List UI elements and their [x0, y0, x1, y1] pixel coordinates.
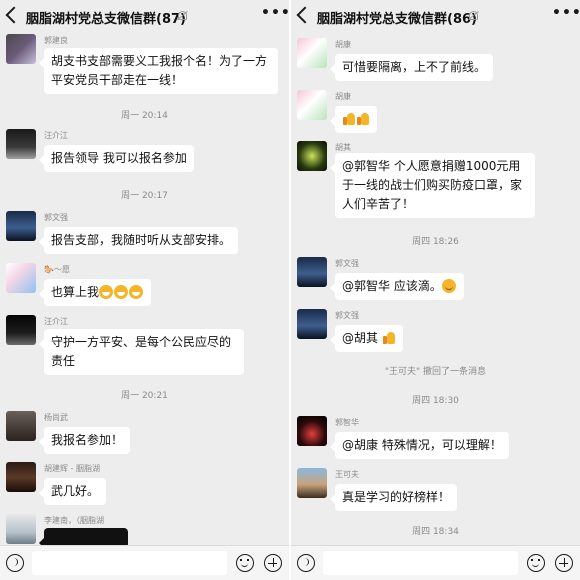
- sender-name: 胡康: [335, 92, 351, 101]
- message-bubble[interactable]: [330, 106, 377, 133]
- sender-name: 李建南，（胭脂湖: [44, 516, 104, 525]
- mute-bell-icon: [178, 11, 187, 20]
- input-bar: [0, 545, 289, 580]
- message-bubble[interactable]: 也算上我: [38, 279, 152, 306]
- grin-emoji-icon: [129, 285, 144, 299]
- thumbs-up-emoji-icon: [342, 112, 355, 126]
- sender-name: 王可夫: [335, 470, 359, 479]
- timestamp: 周一 20:14: [121, 111, 168, 121]
- timestamp: 周一 20:17: [121, 191, 168, 201]
- sender-name: 胡其: [335, 143, 351, 152]
- avatar[interactable]: [297, 90, 327, 120]
- sender-name: 郭文强: [335, 311, 359, 320]
- avatar[interactable]: [6, 514, 36, 544]
- plus-icon[interactable]: [264, 554, 282, 572]
- thumbs-up-emoji-icon: [356, 112, 369, 126]
- back-chevron-icon[interactable]: [296, 6, 314, 24]
- message-text: @胡其: [342, 331, 382, 345]
- message-bubble[interactable]: @郭智华 应该滴。: [330, 273, 464, 300]
- sender-name: 🐎〜愿: [44, 265, 70, 274]
- emoji-icon[interactable]: [527, 554, 545, 572]
- avatar[interactable]: [6, 129, 36, 159]
- avatar[interactable]: [297, 416, 327, 446]
- recall-notice: "王可夫" 撤回了一条消息: [384, 367, 487, 377]
- message-bubble[interactable]: @胡其: [330, 325, 403, 352]
- message-bubble[interactable]: 可惜要隔离，上不了前线。: [329, 54, 494, 81]
- avatar[interactable]: [6, 34, 36, 64]
- message-input[interactable]: [32, 551, 227, 575]
- avatar[interactable]: [6, 411, 36, 441]
- sender-name: 郭建良: [44, 36, 68, 45]
- message-text: @郭智华 应该滴。: [342, 279, 442, 293]
- message-bubble[interactable]: 报告支部，我随时听从支部安排。: [38, 227, 239, 254]
- message-bubble[interactable]: @胡康 特殊情况，可以理解！: [330, 432, 509, 459]
- timestamp: 周四 18:30: [412, 396, 459, 406]
- grin-emoji-icon: [114, 285, 129, 299]
- message-bubble[interactable]: 真是学习的好榜样！: [329, 484, 458, 511]
- input-bar: [291, 545, 580, 580]
- avatar[interactable]: [297, 141, 327, 171]
- timestamp: 周一 20:21: [121, 391, 168, 401]
- avatar[interactable]: [6, 315, 36, 345]
- message-bubble[interactable]: 胡支书支部需要义工我报个名！为了一方平安党员干部走在一线！: [39, 48, 278, 94]
- message-input[interactable]: [323, 551, 518, 575]
- chat-header: 胭脂湖村党总支微信群(86) •••: [291, 0, 580, 34]
- sender-name: 汪介江: [44, 131, 68, 140]
- voice-input-icon[interactable]: [6, 554, 24, 572]
- message-bubble[interactable]: 报告领导 我可以报名参加: [39, 145, 194, 172]
- more-dots-icon[interactable]: •••: [261, 6, 289, 22]
- message-bubble[interactable]: @郭智华 个人愿意捐赠1000元用于一线的战士们购买防疫口罩，家人们辛苦了！: [330, 153, 535, 218]
- back-chevron-icon[interactable]: [5, 6, 23, 24]
- timestamp: 周四 18:34: [412, 527, 459, 537]
- chat-header: 胭脂湖村党总支微信群(87) •••: [0, 0, 289, 34]
- voice-input-icon[interactable]: [297, 554, 315, 572]
- avatar[interactable]: [297, 38, 327, 68]
- avatar[interactable]: [297, 309, 327, 339]
- smile-emoji-icon: [441, 279, 456, 293]
- group-title: 胭脂湖村党总支微信群(87): [26, 12, 186, 27]
- message-text: 也算上我: [51, 285, 100, 299]
- avatar[interactable]: [297, 468, 327, 498]
- message-bubble[interactable]: 守护一方平安、是每个公民应尽的责任: [39, 329, 244, 375]
- sender-name: 郭文强: [335, 259, 359, 268]
- mute-bell-icon: [469, 11, 478, 20]
- grin-emoji-icon: [99, 285, 114, 299]
- sender-name: 胡建辉 - 胭脂湖: [44, 464, 100, 473]
- avatar[interactable]: [6, 263, 36, 293]
- chat-panel-right: 胭脂湖村党总支微信群(86) ••• 胡康 可惜要隔离，上不了前线。 胡康 胡其…: [291, 0, 580, 580]
- more-dots-icon[interactable]: •••: [552, 6, 580, 22]
- sender-name: 郭智华: [335, 418, 359, 427]
- sender-name: 杨尚武: [44, 413, 68, 422]
- plus-icon[interactable]: [555, 554, 573, 572]
- sender-name: 郭文强: [44, 213, 68, 222]
- sender-name: 汪介江: [44, 317, 68, 326]
- group-title: 胭脂湖村党总支微信群(86): [317, 12, 477, 27]
- avatar[interactable]: [6, 462, 36, 492]
- chat-panel-left: 胭脂湖村党总支微信群(87) ••• 郭建良 胡支书支部需要义工我报个名！为了一…: [0, 0, 289, 580]
- thumbs-up-emoji-icon: [382, 331, 395, 345]
- avatar[interactable]: [297, 257, 327, 287]
- emoji-icon[interactable]: [236, 554, 254, 572]
- timestamp: 周四 18:26: [412, 237, 459, 247]
- message-bubble[interactable]: 我报名参加！: [38, 427, 131, 454]
- avatar[interactable]: [6, 211, 36, 241]
- message-bubble[interactable]: 武几好。: [38, 478, 107, 505]
- sender-name: 胡康: [335, 40, 351, 49]
